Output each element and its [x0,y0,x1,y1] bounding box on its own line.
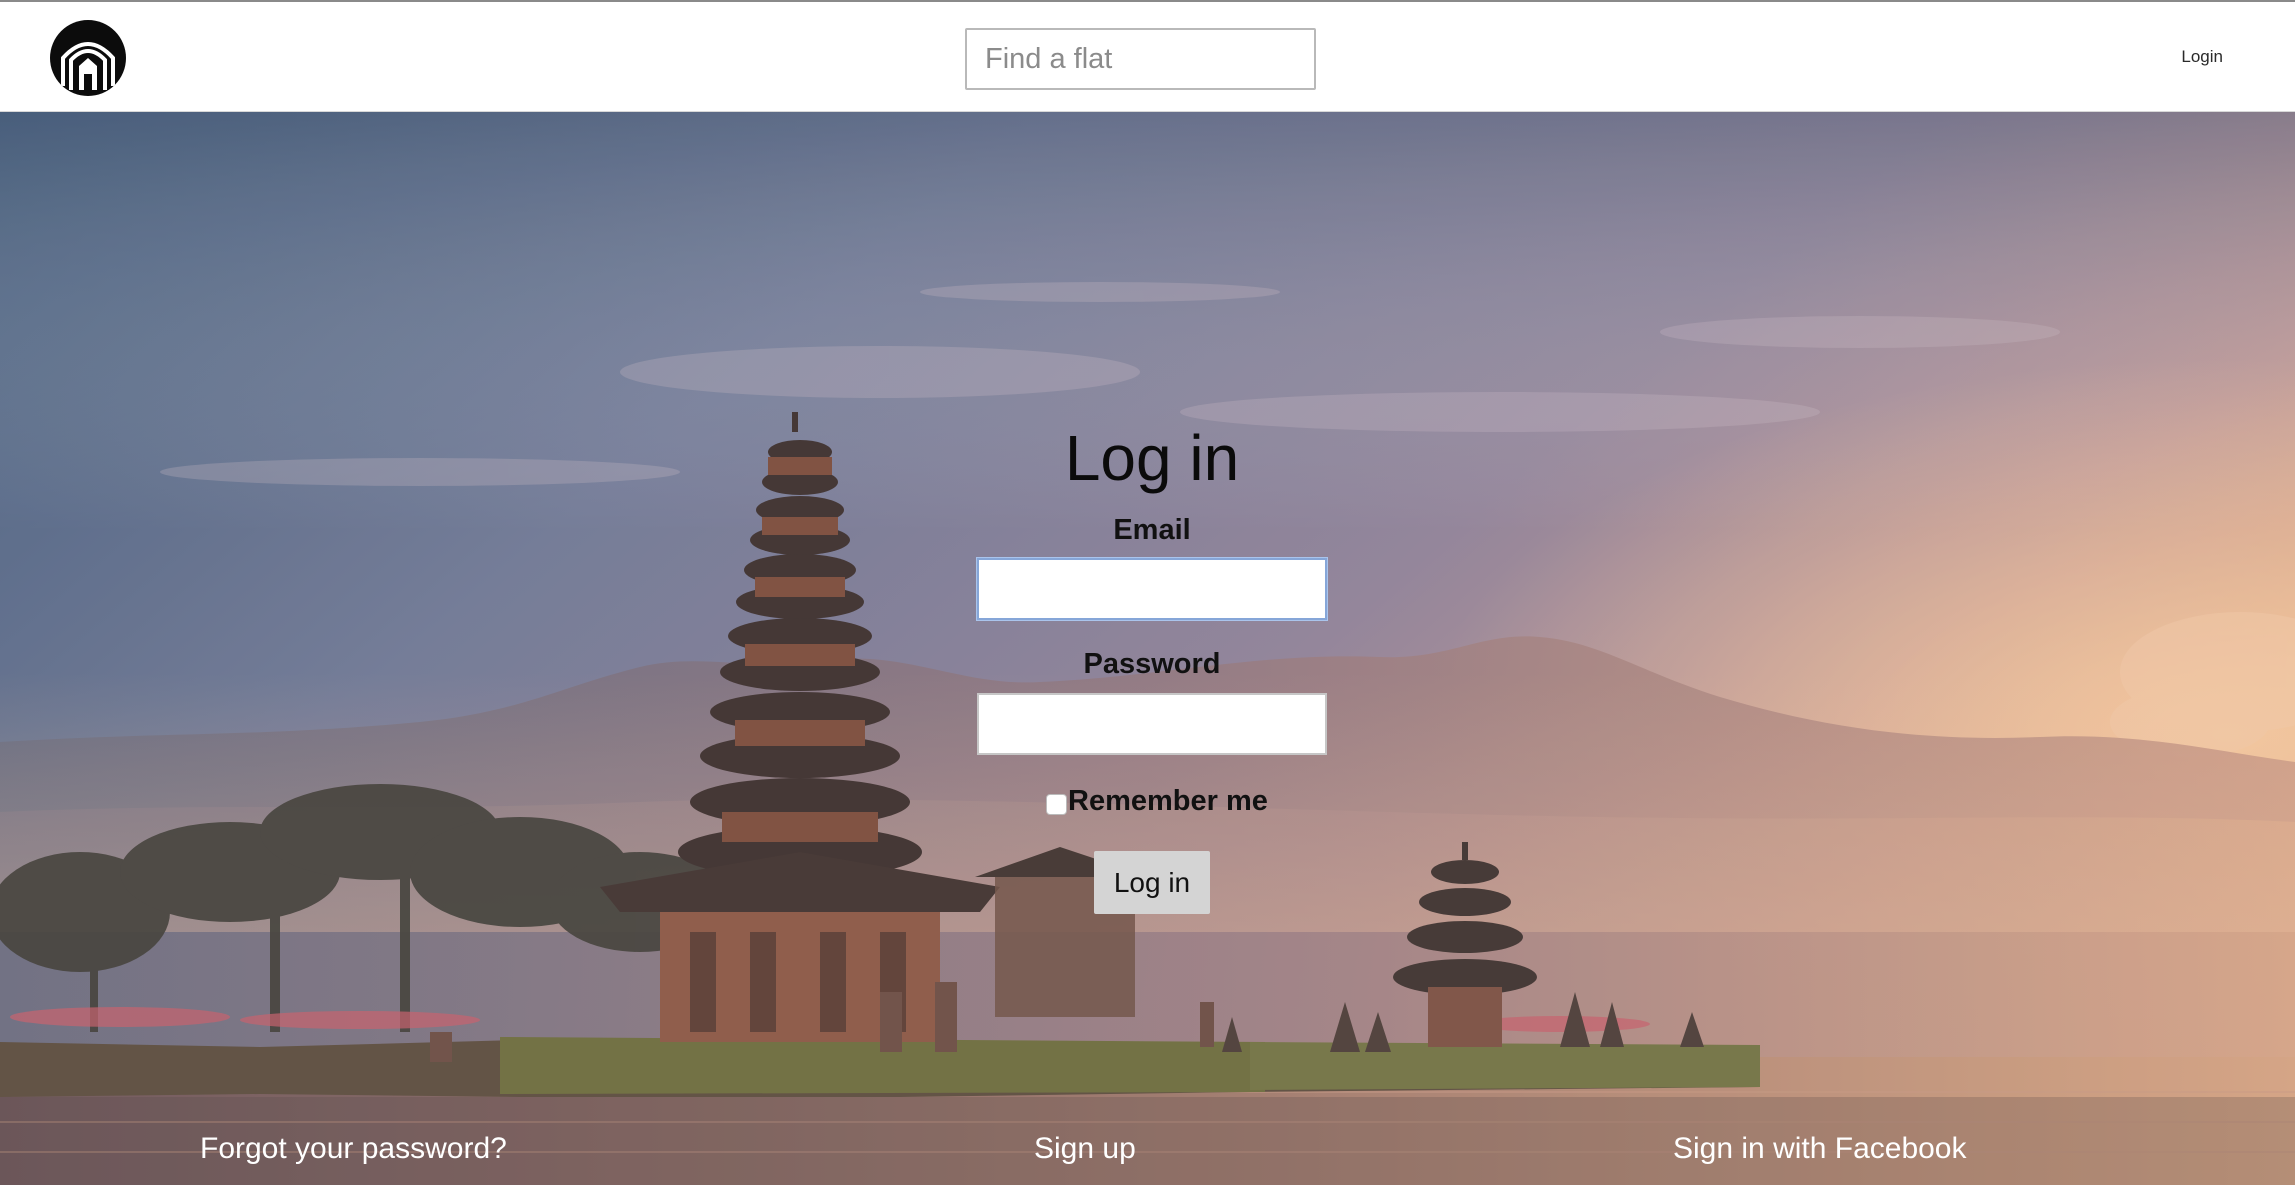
top-navbar: Login [0,0,2295,112]
page-title: Log in [1064,422,1240,494]
password-label: Password [1083,648,1221,680]
sign-up-link[interactable]: Sign up [1034,1132,1136,1166]
footer-links: Forgot your password? Sign up Sign in wi… [0,1132,2295,1172]
remember-me-row: Remember me [1046,783,1268,819]
remember-me-checkbox[interactable] [1046,793,1067,815]
facebook-signin-link[interactable]: Sign in with Facebook [1673,1132,1967,1166]
home-logo-icon[interactable] [50,20,126,96]
email-label: Email [1113,514,1191,546]
nav-login-link[interactable]: Login [2181,47,2223,67]
search-input[interactable] [965,28,1316,90]
login-submit-button[interactable]: Log in [1094,851,1210,914]
login-page: Login [0,0,2295,1185]
email-field[interactable] [977,558,1327,620]
forgot-password-link[interactable]: Forgot your password? [200,1132,507,1166]
remember-me-label[interactable]: Remember me [1068,785,1268,818]
password-field[interactable] [977,693,1327,755]
